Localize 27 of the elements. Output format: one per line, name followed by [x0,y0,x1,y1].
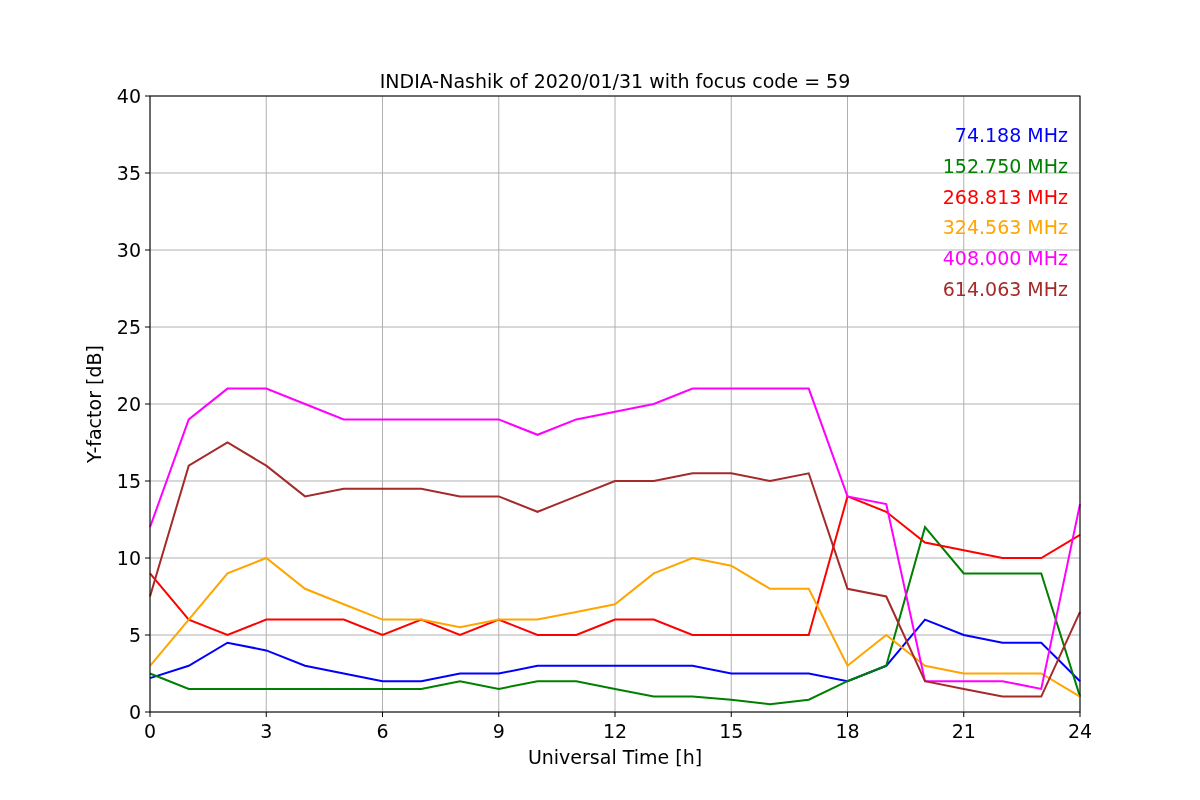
axis-label: Y-factor [dB] [83,345,105,463]
legend-label: 324.563 MHz [942,216,1068,239]
tick-label: 24 [1067,720,1093,742]
tick-label: 15 [116,470,141,492]
chart-title: INDIA-Nashik of 2020/01/31 with focus code = 59 [379,70,851,92]
tick-label: 0 [143,720,157,742]
tick-label: 30 [116,239,141,261]
tick-label: 3 [260,720,273,742]
tick-label: 5 [128,624,141,646]
tick-label: 6 [376,720,389,742]
legend-label: 152.750 MHz [942,154,1068,177]
tick-label: 18 [835,720,860,742]
tick-label: 10 [116,547,141,569]
tick-label: 21 [951,720,976,742]
legend-label: 268.813 MHz [942,185,1068,208]
tick-label: 25 [116,316,141,338]
tick-label: 9 [492,720,505,742]
axis-label: Universal Time [h] [527,746,703,768]
tick-label: 12 [602,720,628,742]
tick-label: 40 [116,85,141,107]
tick-label: 15 [719,720,744,742]
legend-label: 74.188 MHz [954,124,1068,146]
tick-label: 20 [116,393,141,415]
tick-label: 35 [116,162,141,184]
legend-label: 408.000 MHz [942,247,1068,270]
legend-label: 614.063 MHz [942,278,1068,300]
tick-label: 0 [128,701,141,723]
